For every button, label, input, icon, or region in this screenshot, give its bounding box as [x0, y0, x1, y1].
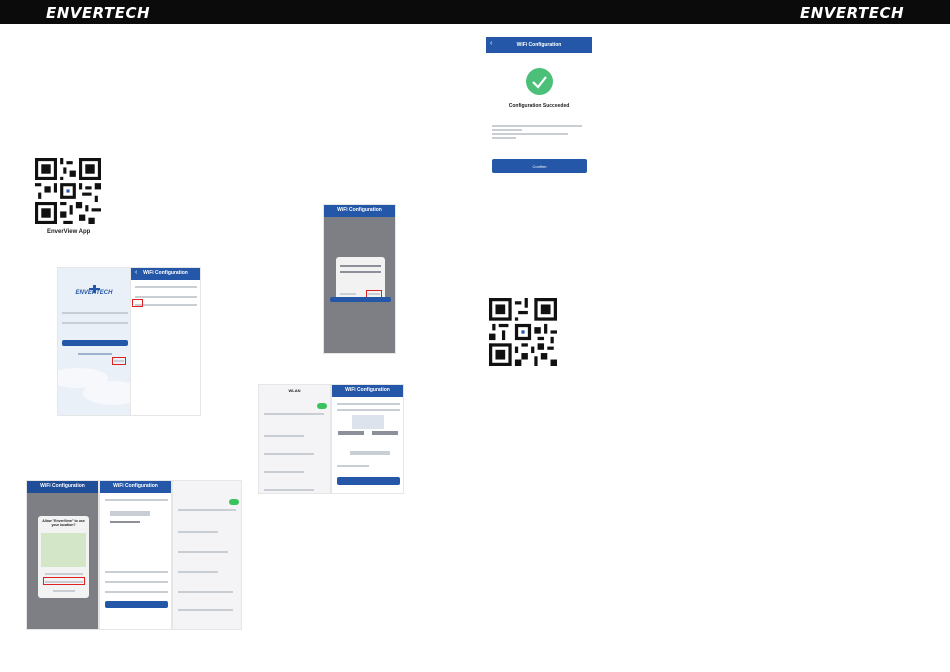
location-question: Allow "EnverView" to use your location? [42, 519, 85, 527]
wlan2-row-1[interactable] [178, 509, 236, 511]
permission-text-1 [340, 265, 381, 267]
wifi-link-highlight [112, 357, 126, 365]
confirm-button[interactable]: Confirm [492, 159, 587, 173]
wlan2-row-6[interactable] [178, 609, 233, 611]
wlan2-row-4[interactable] [178, 571, 218, 573]
configure-button[interactable] [337, 477, 400, 485]
success-navbar: ‹ WiFi Configuration [486, 37, 592, 53]
success-text-2 [492, 129, 522, 131]
brand-logo-right: ENVERTECH [800, 4, 905, 22]
wifi-list-image [352, 415, 384, 429]
config3-button[interactable] [105, 601, 168, 608]
config-bar-right [372, 431, 398, 435]
wlan-row-1[interactable] [264, 413, 324, 415]
success-text-3 [492, 133, 568, 135]
enverview-app-qr-code [35, 158, 101, 224]
wifi-config-navbar: ‹ WiFi Configuration [131, 268, 200, 280]
wifi-config-2-screenshot: WiFi Configuration [331, 384, 404, 494]
config3-text-3 [105, 581, 168, 583]
wlan2-row-5[interactable] [178, 591, 233, 593]
wifi-config-2-title: WiFi Configuration [345, 387, 390, 393]
wifi-config-3-screenshot: WiFi Configuration [99, 480, 172, 630]
register-link[interactable] [78, 353, 112, 355]
password-field[interactable] [62, 322, 128, 324]
option-5g[interactable] [135, 304, 197, 306]
wifi-config-3-title: WiFi Configuration [113, 483, 158, 489]
login-button[interactable] [62, 340, 128, 346]
confirm-label: Confirm [532, 163, 547, 169]
success-text-1 [492, 125, 582, 127]
config-text-1 [337, 403, 400, 405]
instruction-text [135, 286, 197, 288]
success-check-icon [526, 68, 553, 95]
wlan-settings-screenshot: WLAN [258, 384, 331, 494]
right-qr-code [489, 298, 557, 366]
wlan-row-3[interactable] [264, 453, 314, 455]
settings-wlan-2-screenshot [172, 480, 242, 630]
option-highlight [132, 299, 143, 307]
login-brand: ENVERTECH [75, 290, 113, 296]
location-deny[interactable] [53, 590, 75, 592]
config3-text-2 [105, 571, 168, 573]
wlan-header: WLAN [288, 388, 301, 393]
permission-screenshot: WiFi Configuration [323, 204, 396, 354]
config-text-2 [337, 409, 400, 411]
envertech-logo-icon [89, 280, 100, 293]
wifi-config-title: WiFi Configuration [143, 270, 188, 276]
location-navbar: WiFi Configuration [27, 481, 98, 493]
config3-field[interactable] [110, 511, 150, 516]
wlan2-row-2[interactable] [178, 531, 218, 533]
ssid-field[interactable] [350, 451, 390, 455]
wlan-row-4[interactable] [264, 471, 304, 473]
wlan2-row-3[interactable] [178, 551, 228, 553]
wifi-config-screenshot: ‹ WiFi Configuration [130, 267, 201, 416]
success-screenshot: ‹ WiFi Configuration Configuration Succe… [486, 37, 592, 177]
location-allow-once[interactable] [45, 573, 83, 575]
success-status: Configuration Succeeded [508, 103, 570, 109]
header-bar: ENVERTECH ENVERTECH [0, 0, 950, 24]
permission-navbar-title: WiFi Configuration [337, 207, 382, 213]
success-title: WiFi Configuration [516, 42, 562, 48]
brand-logo-left: ENVERTECH [46, 4, 151, 22]
wlan-toggle[interactable] [317, 403, 327, 409]
config3-text-4 [105, 591, 168, 593]
wifi-config-2-navbar: WiFi Configuration [332, 385, 403, 397]
config3-text-1 [105, 499, 168, 501]
qr-caption: EnverView App [47, 229, 91, 235]
permission-next-button[interactable] [330, 297, 391, 302]
username-field[interactable] [62, 312, 128, 314]
location-map [41, 533, 86, 567]
wlan-row-5[interactable] [264, 489, 314, 491]
wlan-row-2[interactable] [264, 435, 304, 437]
option-2g[interactable] [135, 296, 197, 298]
permission-cancel[interactable] [340, 293, 356, 295]
location-prompt-screenshot: WiFi Configuration Allow "EnverView" to … [26, 480, 99, 630]
config-bar-left [338, 431, 364, 435]
location-allow-highlight [43, 577, 85, 585]
config3-ssid [110, 521, 140, 523]
wlan2-toggle[interactable] [229, 499, 239, 505]
location-navbar-title: WiFi Configuration [40, 483, 85, 489]
wifi-config-3-navbar: WiFi Configuration [100, 481, 171, 493]
permission-navbar: WiFi Configuration [324, 205, 395, 217]
permission-text-2 [340, 271, 381, 273]
login-screenshot: ENVERTECH [57, 267, 131, 416]
password-field-2[interactable] [337, 465, 369, 467]
success-text-4 [492, 137, 516, 139]
